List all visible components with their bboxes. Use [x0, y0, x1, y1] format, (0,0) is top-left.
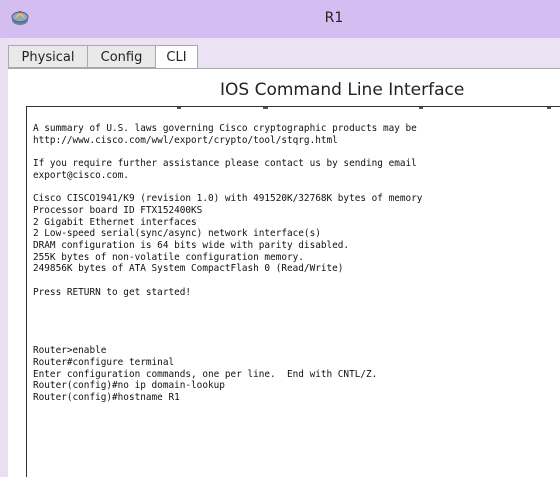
console-line: Enter configuration commands, one per li… — [33, 368, 378, 380]
console-output: A summary of U.S. laws governing Cisco c… — [33, 123, 422, 404]
console-line: export@cisco.com. — [33, 169, 129, 181]
console-line: Router#configure terminal — [33, 357, 175, 369]
console-line: Router(config)#no ip domain-lookup — [33, 380, 225, 392]
tab-config[interactable]: Config — [87, 45, 156, 68]
console-line: DRAM configuration is 64 bits wide with … — [33, 240, 350, 252]
tab-bar: Physical Config CLI — [8, 45, 560, 69]
console-line: If you require further assistance please… — [33, 158, 417, 170]
console-line: Cisco CISCO1941/K9 (revision 1.0) with 4… — [33, 193, 423, 205]
tab-physical[interactable]: Physical — [8, 45, 88, 68]
console-line: 2 Gigabit Ethernet interfaces — [33, 216, 197, 228]
console-line: A summary of U.S. laws governing Cisco c… — [33, 123, 417, 134]
scrolled-text-fragment — [177, 107, 551, 109]
console-line: Router(config)#hostname R1 — [33, 392, 180, 404]
console-line: Press RETURN to get started! — [33, 286, 192, 298]
window-title: R1 — [324, 10, 344, 26]
console-line: Processor board ID FTX152400KS — [33, 204, 203, 216]
cli-console[interactable]: A summary of U.S. laws governing Cisco c… — [26, 106, 560, 477]
console-line: http://www.cisco.com/wwl/export/crypto/t… — [33, 134, 338, 146]
console-line: 255K bytes of non-volatile configuration… — [33, 251, 304, 263]
cli-heading: IOS Command Line Interface — [220, 80, 465, 100]
console-line: 2 Low-speed serial(sync/async) network i… — [33, 228, 321, 240]
tab-cli[interactable]: CLI — [155, 45, 198, 69]
console-line: Router>enable — [33, 345, 107, 357]
window-titlebar[interactable]: R1 — [0, 0, 560, 38]
console-line: 249856K bytes of ATA System CompactFlash… — [33, 263, 344, 275]
